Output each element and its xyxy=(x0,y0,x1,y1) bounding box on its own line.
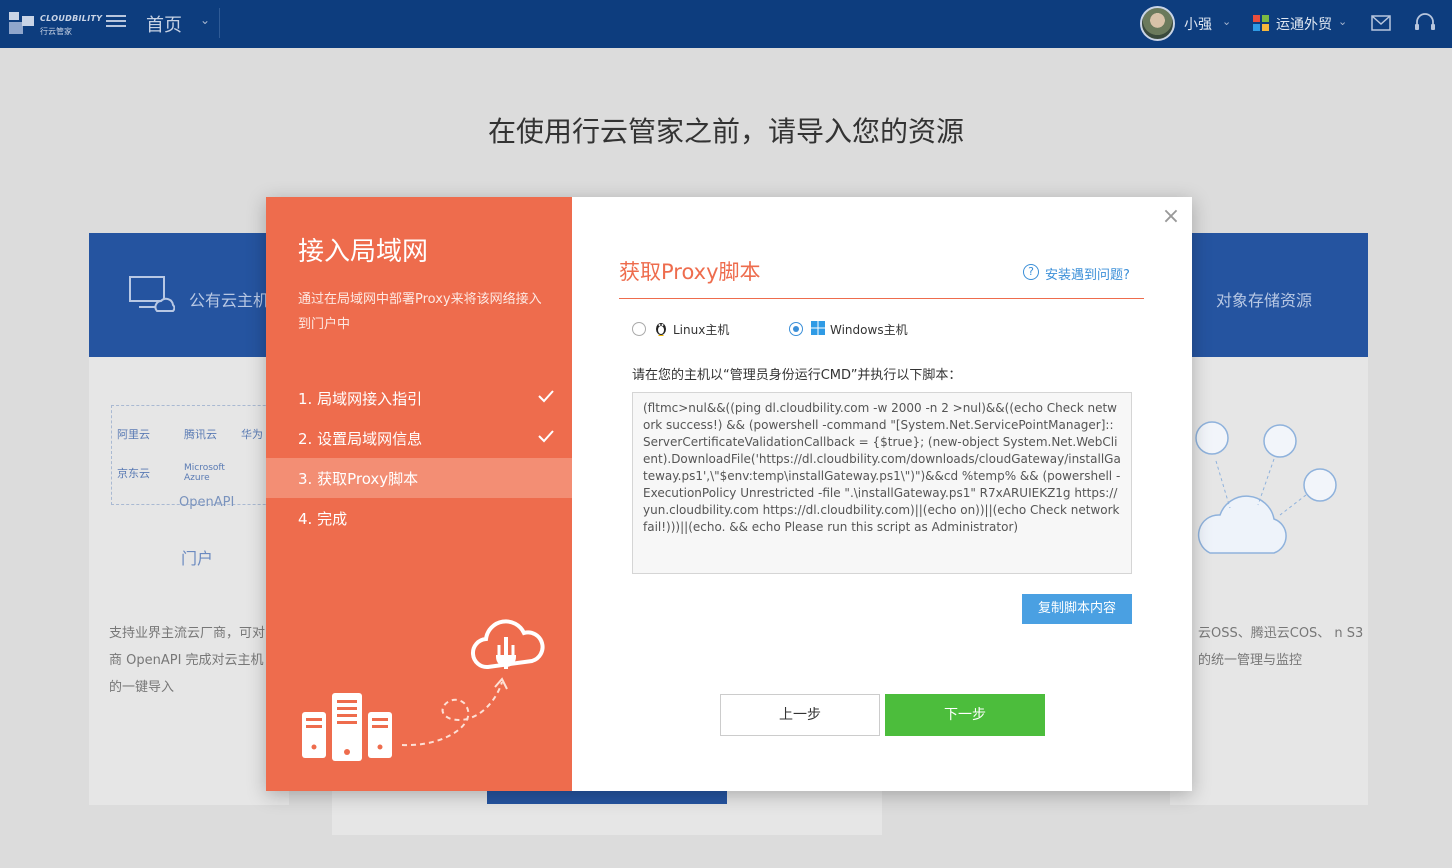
step-label: 3. 获取Proxy脚本 xyxy=(298,470,419,488)
brand-subtitle: 行云管家 xyxy=(40,27,72,36)
lan-card xyxy=(332,790,882,835)
proxy-setup-dialog: 接入局域网 通过在局域网中部署Proxy来将该网络接入到门户中 1. 局域网接入… xyxy=(266,197,1192,791)
object-storage-card[interactable]: 对象存储资源 云OSS、腾迅云COS、 n S3的统一管理与监控 xyxy=(1170,233,1368,805)
checkmark-icon xyxy=(538,390,554,403)
cloudbility-logo[interactable]: CLOUDBILITY 行云管家 xyxy=(8,6,103,38)
help-link[interactable]: 安装遇到问题? xyxy=(1045,264,1130,283)
brand-name: CLOUDBILITY xyxy=(40,14,103,23)
card-description: 支持业界主流云厂商，可对 厂商 OpenAPI 完成对云主机 源的一键导入 xyxy=(109,626,283,695)
mail-icon[interactable] xyxy=(1371,15,1391,31)
organization-icon xyxy=(1253,15,1269,31)
close-icon[interactable]: × xyxy=(1161,206,1181,228)
sidebar-title: 接入局域网 xyxy=(298,237,429,267)
proxy-script-text[interactable]: (fltmc>nul&&((ping dl.cloudbility.com -w… xyxy=(632,392,1132,574)
organization-name[interactable]: 运通外贸 xyxy=(1276,14,1332,34)
page-title: 在使用行云管家之前，请导入您的资源 xyxy=(487,115,964,148)
step-label: 1. 局域网接入指引 xyxy=(298,390,423,408)
windows-option-label[interactable]: Windows主机 xyxy=(830,321,908,338)
public-cloud-card[interactable]: 公有云主机 阿里云 腾讯云 华为 京东云 Microsoft Azure Ope… xyxy=(89,233,291,805)
divider xyxy=(219,8,220,38)
openapi-label: OpenAPI xyxy=(179,495,235,510)
card-header: 对象存储资源 xyxy=(1170,233,1368,357)
previous-step-button[interactable]: 上一步 xyxy=(720,694,880,736)
step-item: 2. 设置局域网信息 xyxy=(266,418,572,458)
providers-box xyxy=(111,405,291,505)
user-name[interactable]: 小强 xyxy=(1184,14,1212,34)
object-storage-illustration xyxy=(1195,421,1337,554)
sidebar-description: 通过在局域网中部署Proxy来将该网络接入到门户中 xyxy=(298,292,542,332)
dialog-sidebar: 接入局域网 通过在局域网中部署Proxy来将该网络接入到门户中 1. 局域网接入… xyxy=(266,197,572,791)
provider-label: 阿里云 xyxy=(117,428,150,441)
step-item: 4. 完成 xyxy=(266,498,572,538)
monitor-cloud-icon xyxy=(129,276,175,312)
chevron-down-icon[interactable]: ⌄ xyxy=(1338,15,1347,28)
provider-label: Microsoft Azure xyxy=(184,463,225,483)
copy-script-button[interactable]: 复制脚本内容 xyxy=(1022,594,1132,624)
section-title: 获取Proxy脚本 xyxy=(619,260,761,284)
step-item: 1. 局域网接入指引 xyxy=(266,378,572,418)
chevron-down-icon[interactable]: ⌄ xyxy=(200,13,210,27)
servers-to-cloud-illustration xyxy=(302,619,545,761)
home-nav-label[interactable]: 首页 xyxy=(146,11,182,37)
step-item-active: 3. 获取Proxy脚本 xyxy=(266,458,572,498)
card-description: 云OSS、腾迅云COS、 n S3的统一管理与监控 xyxy=(1198,626,1364,668)
linux-option-label[interactable]: Linux主机 xyxy=(673,321,729,338)
card-header: 公有云主机 xyxy=(89,233,289,357)
step-label: 4. 完成 xyxy=(298,510,348,528)
step-label: 2. 设置局域网信息 xyxy=(298,430,423,448)
provider-label: 腾讯云 xyxy=(184,428,217,441)
user-avatar[interactable] xyxy=(1140,6,1175,41)
script-instruction: 请在您的主机以“管理员身份运行CMD”并执行以下脚本： xyxy=(632,368,962,383)
top-navigation-bar: CLOUDBILITY 行云管家 首页 ⌄ 小强 ⌄ 运通外贸 ⌄ xyxy=(0,0,1452,48)
windows-radio[interactable] xyxy=(789,322,803,336)
title-divider xyxy=(619,298,1144,299)
next-step-button[interactable]: 下一步 xyxy=(885,694,1045,736)
checkmark-icon xyxy=(538,430,554,443)
linux-penguin-icon xyxy=(656,323,666,336)
provider-label: 华为 xyxy=(241,428,263,441)
card-heading: 对象存储资源 xyxy=(1216,291,1313,310)
menu-icon[interactable] xyxy=(106,12,126,32)
lan-card-button[interactable] xyxy=(487,790,727,804)
headset-support-icon[interactable] xyxy=(1414,13,1436,33)
provider-label: 京东云 xyxy=(117,467,150,480)
cloudbility-logo-icon xyxy=(9,12,34,34)
chevron-down-icon[interactable]: ⌄ xyxy=(1222,15,1231,28)
portal-label: 门户 xyxy=(181,549,214,568)
linux-radio[interactable] xyxy=(632,322,646,336)
card-heading: 公有云主机 xyxy=(189,291,270,310)
windows-logo-icon xyxy=(811,321,825,335)
question-circle-icon[interactable]: ? xyxy=(1023,264,1039,280)
